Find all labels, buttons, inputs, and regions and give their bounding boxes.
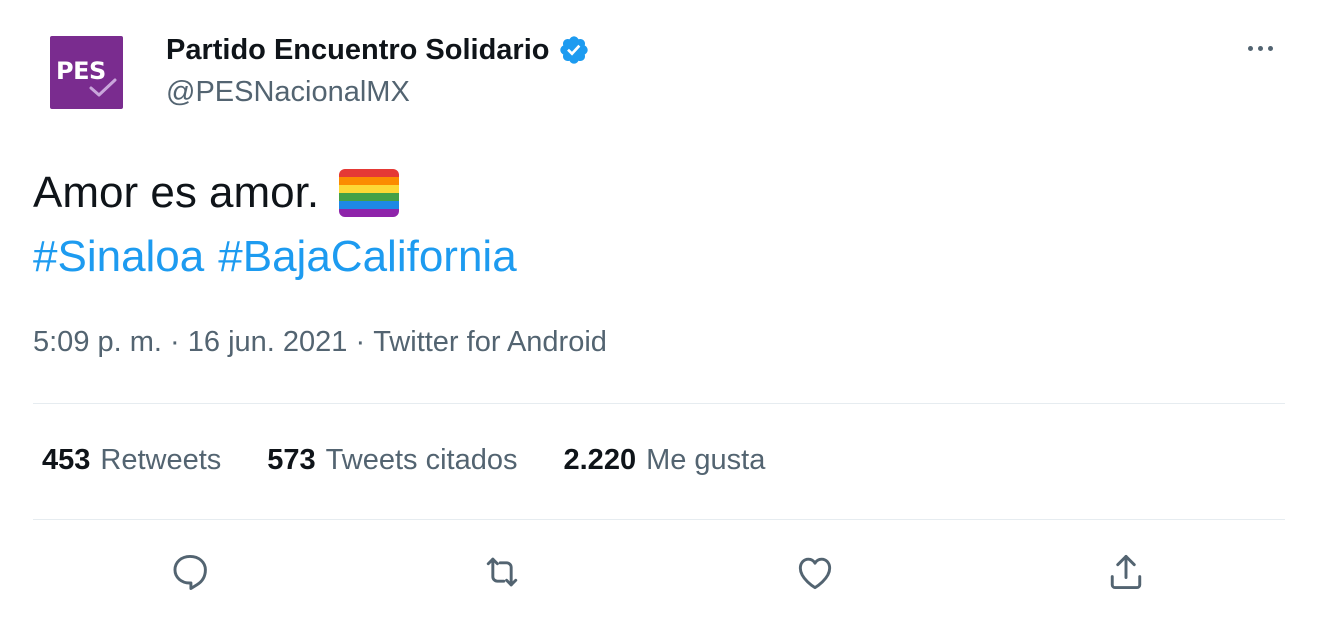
meta-separator: ·	[161, 326, 188, 358]
hashtags: #Sinaloa #BajaCalifornia	[33, 232, 517, 282]
engagement-stats: 453 Retweets 573 Tweets citados 2.220 Me…	[42, 444, 765, 477]
stat-count: 453	[42, 444, 91, 476]
hashtag-link[interactable]: #BajaCalifornia	[218, 232, 516, 282]
action-bar	[0, 548, 1342, 596]
stat-label: Retweets	[100, 444, 222, 476]
verified-badge-icon	[559, 36, 588, 64]
logo-check-icon	[89, 78, 117, 97]
likes-stat[interactable]: 2.220 Me gusta	[564, 444, 766, 477]
reply-icon	[173, 554, 207, 590]
user-name-row: Partido Encuentro Solidario	[166, 30, 590, 70]
divider	[33, 403, 1285, 404]
display-name[interactable]: Partido Encuentro Solidario	[166, 34, 550, 67]
tweet-card: PES Partido Encuentro Solidario @PESNaci…	[0, 0, 1342, 620]
stat-label: Tweets citados	[325, 444, 518, 476]
like-icon	[798, 557, 832, 590]
retweet-button[interactable]	[478, 548, 526, 596]
tweet-date[interactable]: 16 jun. 2021	[188, 326, 348, 359]
tweet-source[interactable]: Twitter for Android	[373, 326, 607, 359]
retweet-icon	[486, 557, 518, 587]
user-handle[interactable]: @PESNacionalMX	[166, 76, 410, 109]
tweet-time[interactable]: 5:09 p. m.	[33, 326, 162, 359]
rainbow-flag-emoji-icon	[339, 169, 400, 217]
stat-count: 573	[267, 444, 316, 476]
divider	[33, 519, 1285, 520]
more-options-icon[interactable]	[1238, 30, 1282, 66]
tweet-text: Amor es amor.	[33, 168, 320, 217]
retweets-stat[interactable]: 453 Retweets	[42, 444, 221, 477]
reply-button[interactable]	[166, 548, 214, 596]
quote-tweets-stat[interactable]: 573 Tweets citados	[267, 444, 517, 477]
share-button[interactable]	[1102, 548, 1150, 596]
avatar[interactable]: PES	[50, 36, 123, 109]
share-icon	[1110, 554, 1142, 590]
tweet-text-line: Amor es amor.	[33, 168, 400, 218]
tweet-meta: 5:09 p. m. · 16 jun. 2021 · Twitter for …	[33, 326, 607, 359]
stat-label: Me gusta	[646, 444, 766, 476]
like-button[interactable]	[791, 548, 839, 596]
hashtag-link[interactable]: #Sinaloa	[33, 232, 204, 282]
meta-separator: ·	[347, 326, 374, 358]
stat-count: 2.220	[563, 444, 637, 476]
